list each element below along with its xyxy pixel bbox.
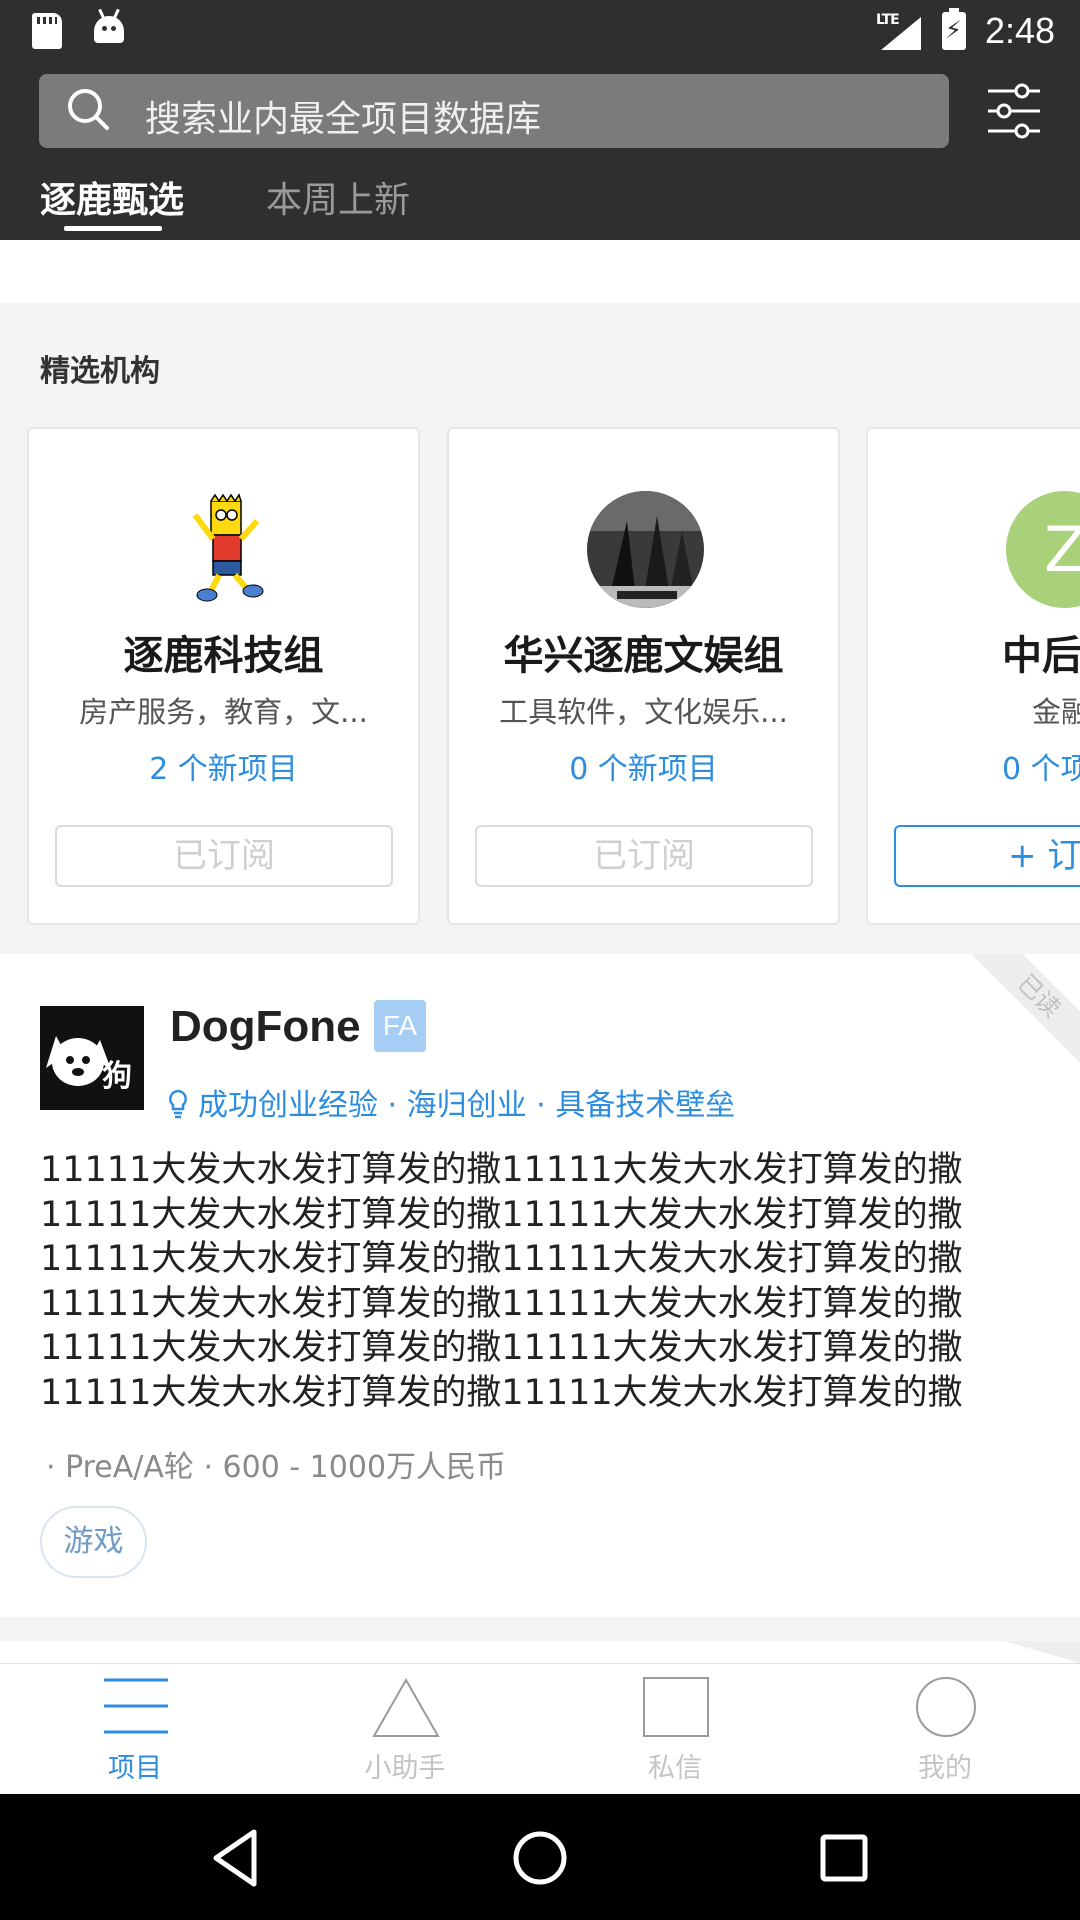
org-name: 中后 xyxy=(1002,633,1080,679)
sd-card-icon xyxy=(32,13,62,49)
tab-zhulu-selection[interactable]: 逐鹿甄选 xyxy=(40,171,184,223)
clock: 2:48 xyxy=(985,10,1056,51)
system-navigation-bar xyxy=(0,1794,1080,1920)
filter-icon[interactable] xyxy=(986,81,1042,141)
card-gap xyxy=(0,1617,1080,1641)
highlights-text: 成功创业经验 · 海归创业 · 具备技术壁垒 xyxy=(198,1088,736,1123)
active-tab-indicator xyxy=(64,226,162,231)
project-funding-meta: · PreA/A轮 · 600 - 1000万人民币 xyxy=(46,1450,507,1485)
org-tags: 金融 xyxy=(1032,695,1080,729)
back-icon[interactable] xyxy=(204,1824,272,1892)
search-placeholder: 搜索业内最全项目数据库 xyxy=(145,99,542,140)
org-card[interactable]: 逐鹿科技组 房产服务，教育，文... 2 个新项目 已订阅 xyxy=(27,427,420,925)
photo-avatar xyxy=(587,491,704,608)
description-line: 11111大发大水发打算发的撒11111大发大水发打算发的撒 xyxy=(40,1194,963,1235)
nav-label: 私信 xyxy=(648,1753,702,1784)
home-icon[interactable] xyxy=(506,1824,574,1892)
nav-label: 项目 xyxy=(108,1753,162,1784)
nav-label: 小助手 xyxy=(364,1753,446,1784)
description-line: 11111大发大水发打算发的撒11111大发大水发打算发的撒 xyxy=(40,1372,963,1413)
cartoon-character-avatar xyxy=(167,491,284,608)
nav-projects[interactable]: 项目 xyxy=(0,1664,270,1795)
read-ribbon: 已读 xyxy=(966,954,1080,1069)
circle-icon xyxy=(916,1677,976,1737)
org-card[interactable]: 华兴逐鹿文娱组 工具软件，文化娱乐... 0 个新项目 已订阅 xyxy=(447,427,840,925)
project-card[interactable]: 已读 狗 DogFone FA 成功创业经验 · 海归创业 · 具备技术壁垒 1… xyxy=(0,954,1080,1617)
org-name: 逐鹿科技组 xyxy=(123,633,324,679)
status-bar: LTE ⚡ 2:48 xyxy=(0,0,1080,63)
android-icon xyxy=(94,8,124,43)
org-tags: 工具软件，文化娱乐... xyxy=(499,695,788,729)
org-avatar-letter: Z xyxy=(1044,513,1080,586)
dog-logo-icon: 狗 xyxy=(40,1006,144,1110)
project-highlights: 成功创业经验 · 海归创业 · 具备技术壁垒 xyxy=(168,1080,735,1124)
svg-text:狗: 狗 xyxy=(102,1059,132,1094)
lightbulb-icon xyxy=(169,1089,187,1119)
subscribed-button[interactable]: 已订阅 xyxy=(55,825,393,887)
signal-icon xyxy=(881,17,921,50)
nav-profile[interactable]: 我的 xyxy=(810,1664,1080,1795)
search-icon xyxy=(68,89,109,130)
triangle-icon xyxy=(372,1677,440,1737)
battery-charging-icon: ⚡ xyxy=(942,8,966,50)
org-tags: 房产服务，教育，文... xyxy=(79,695,368,729)
nav-label: 我的 xyxy=(918,1753,972,1784)
tab-new-this-week[interactable]: 本周上新 xyxy=(266,171,410,223)
project-name: DogFone xyxy=(170,1002,361,1051)
description-line: 11111大发大水发打算发的撒11111大发大水发打算发的撒 xyxy=(40,1328,963,1369)
nav-messages[interactable]: 私信 xyxy=(540,1664,810,1795)
project-tag[interactable]: 游戏 xyxy=(40,1506,147,1578)
app-header: 搜索业内最全项目数据库 逐鹿甄选 本周上新 xyxy=(0,63,1080,240)
featured-section-title: 精选机构 xyxy=(40,354,160,389)
recents-icon[interactable] xyxy=(810,1824,878,1892)
square-icon xyxy=(643,1677,709,1737)
project-logo: 狗 xyxy=(40,1006,144,1110)
description-line: 11111大发大水发打算发的撒11111大发大水发打算发的撒 xyxy=(40,1239,963,1280)
description-line: 11111大发大水发打算发的撒11111大发大水发打算发的撒 xyxy=(40,1150,963,1190)
next-project-card-peek[interactable] xyxy=(0,1641,1080,1663)
bottom-navigation: 项目 小助手 私信 我的 xyxy=(0,1663,1080,1794)
banner-placeholder xyxy=(0,240,1080,303)
subscribe-button[interactable]: + 订 xyxy=(894,825,1080,887)
menu-icon xyxy=(104,1678,168,1734)
org-card[interactable]: Z 中后 金融 0 个项 + 订 xyxy=(866,427,1080,925)
nav-assistant[interactable]: 小助手 xyxy=(270,1664,540,1795)
subscribed-button[interactable]: 已订阅 xyxy=(475,825,813,887)
description-line: 11111大发大水发打算发的撒11111大发大水发打算发的撒 xyxy=(40,1283,963,1324)
org-avatar xyxy=(167,491,284,608)
org-name: 华兴逐鹿文娱组 xyxy=(503,633,784,679)
org-avatar xyxy=(587,491,704,608)
org-avatar: Z xyxy=(1006,491,1080,608)
org-new-projects: 2 个新项目 xyxy=(149,752,298,787)
fa-badge: FA xyxy=(374,1000,426,1052)
search-input[interactable]: 搜索业内最全项目数据库 xyxy=(39,74,949,148)
org-new-projects: 0 个项 xyxy=(1002,752,1080,787)
org-new-projects: 0 个新项目 xyxy=(569,752,718,787)
project-description: 11111大发大水发打算发的撒11111大发大水发打算发的撒 11111大发大水… xyxy=(40,1148,1040,1416)
